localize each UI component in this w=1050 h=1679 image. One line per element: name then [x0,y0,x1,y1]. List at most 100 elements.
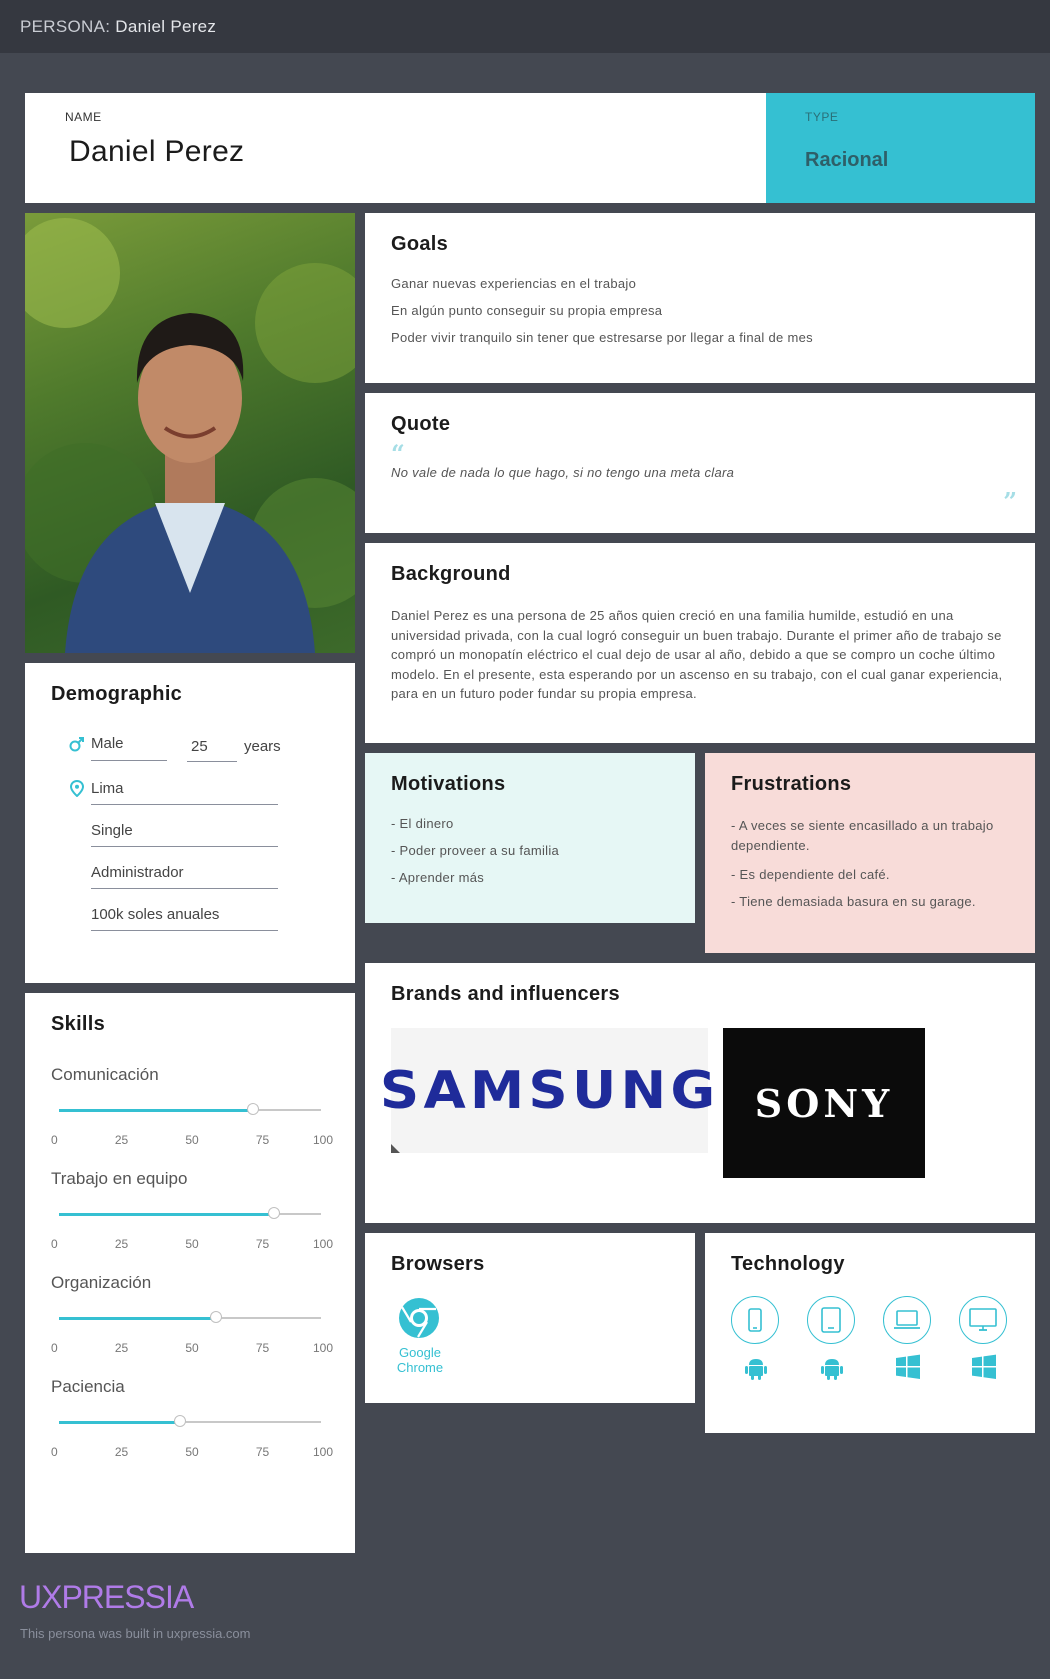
status-underline [91,846,278,847]
skill-scale-tick: 0 [51,1341,58,1355]
goal-item: Poder vivir tranquilo sin tener que estr… [391,330,813,345]
background-card: Background Daniel Perez es una persona d… [365,543,1035,743]
skill-slider-knob[interactable] [173,1415,186,1427]
skill-scale-tick: 100 [312,1445,333,1459]
brands-title: Brands and influencers [391,983,620,1005]
skill-scale-tick: 25 [114,1237,129,1251]
frustration-item: - Tiene demasiada basura en su garage. [731,894,976,909]
android-icon [821,1359,843,1380]
skill-scale-tick: 50 [185,1445,199,1459]
tablet-icon[interactable] [807,1296,855,1344]
skill-scale: 0 25 50 75 100 [51,1341,333,1355]
persona-name[interactable]: Daniel Perez [69,135,244,169]
phone-icon[interactable] [731,1296,779,1344]
skill-scale: 0 25 50 75 100 [51,1445,333,1459]
skill-scale-tick: 50 [185,1237,199,1251]
motivation-item: - Aprender más [391,870,485,885]
name-card: NAME Daniel Perez [25,93,766,203]
skill-scale-tick: 100 [312,1133,333,1147]
skills-card: Skills Comunicación 0 25 50 75 100 Trabajo e… [25,993,355,1553]
skill-label: Organización [51,1273,152,1292]
browser-label: Google Chrome [396,1345,444,1375]
quote-title: Quote [391,413,451,435]
quote-text: No vale de nada lo que hago, si no tengo… [391,465,735,480]
top-bar: PERSONA: Daniel Perez [0,0,1050,53]
skill-scale-tick: 0 [51,1445,58,1459]
skill-slider-fill [59,1421,180,1424]
tech-item [959,1296,1009,1385]
motivations-title: Motivations [391,773,506,795]
sony-logo[interactable]: SONY [723,1028,925,1178]
age-underline [187,761,237,762]
background-text: Daniel Perez es una persona de 25 años q… [391,608,1003,701]
chrome-icon[interactable] [398,1297,440,1339]
tech-item [883,1296,933,1385]
goal-item: Ganar nuevas experiencias en el trabajo [391,276,637,291]
skill-slider[interactable] [59,1415,321,1427]
skill-slider[interactable] [59,1207,321,1219]
type-card: TYPE Racional [766,93,1035,203]
footer-brand-logo[interactable]: UXPRESSIA [19,1579,194,1616]
corner-mark-icon [391,1144,400,1153]
skill-slider[interactable] [59,1103,321,1115]
goals-title: Goals [391,233,449,255]
demographic-card: Demographic Male 25 years Lima Single Ad… [25,663,355,983]
skill-scale-tick: 50 [185,1133,199,1147]
brands-card: Brands and influencers SAMSUNG SONY [365,963,1035,1223]
skill-slider-fill [59,1213,274,1216]
occupation-underline [91,888,278,889]
skill-slider[interactable] [59,1311,321,1323]
male-icon [69,737,84,752]
frustrations-title: Frustrations [731,773,852,795]
age-unit: years [244,738,281,755]
gender-underline [91,760,167,761]
samsung-logo[interactable]: SAMSUNG [380,1028,715,1153]
quote-card: Quote “ No vale de nada lo que hago, si … [365,393,1035,533]
type-value[interactable]: Racional [805,149,888,172]
samsung-logo-text: SAMSUNG [379,1060,720,1121]
open-quote-icon: “ [391,439,405,468]
technology-card: Technology [705,1233,1035,1433]
skill-scale-tick: 75 [255,1237,270,1251]
desktop-icon[interactable] [959,1296,1007,1344]
goals-card: Goals Ganar nuevas experiencias en el tr… [365,213,1035,383]
skill-label: Trabajo en equipo [51,1169,188,1188]
skill-scale-tick: 75 [255,1445,270,1459]
skill-scale-tick: 0 [51,1133,58,1147]
skill-scale-tick: 75 [255,1133,270,1147]
android-icon [745,1359,767,1380]
skill-scale: 0 25 50 75 100 [51,1133,333,1147]
photo-illustration [25,218,355,653]
location-field[interactable]: Lima [91,780,124,797]
technology-title: Technology [731,1253,845,1275]
skill-scale-tick: 100 [312,1237,333,1251]
frustration-item: - A veces se siente encasillado a un tra… [731,818,994,853]
tech-item [731,1296,781,1385]
skills-title: Skills [51,1013,106,1035]
skill-slider-fill [59,1109,253,1112]
skill-scale-tick: 25 [114,1445,129,1459]
income-field[interactable]: 100k soles anuales [91,906,219,923]
skill-scale-tick: 25 [114,1341,129,1355]
occupation-field[interactable]: Administrador [91,864,184,881]
age-field[interactable]: 25 [191,738,208,755]
tech-item [807,1296,857,1385]
persona-photo [25,213,355,653]
skill-slider-knob[interactable] [210,1311,223,1323]
skill-scale-tick: 100 [312,1341,333,1355]
demographic-title: Demographic [51,683,183,705]
laptop-icon[interactable] [883,1296,931,1344]
motivation-item: - El dinero [391,816,454,831]
status-field[interactable]: Single [91,822,133,839]
goal-item: En algún punto conseguir su propia empre… [391,303,663,318]
browsers-card: Browsers Google Chrome [365,1233,695,1403]
skill-scale: 0 25 50 75 100 [51,1237,333,1251]
skill-label: Paciencia [51,1377,125,1396]
sony-logo-text: SONY [754,1080,894,1126]
header-persona-name: Daniel Perez [115,17,217,36]
gender-field[interactable]: Male [91,735,124,752]
name-label: NAME [65,110,102,124]
skill-slider-knob[interactable] [267,1207,280,1219]
motivations-card: Motivations - El dinero - Poder proveer … [365,753,695,923]
skill-slider-knob[interactable] [246,1103,259,1115]
